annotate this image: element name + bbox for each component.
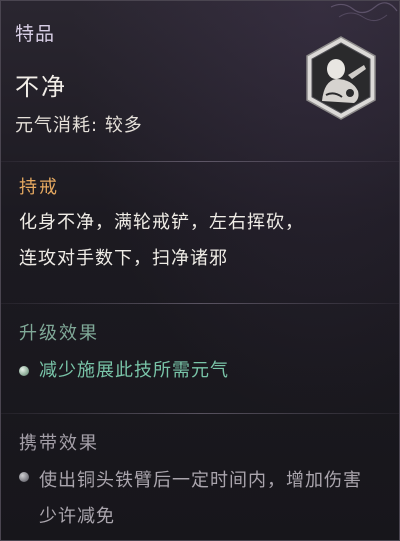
stance-title: 持戒: [19, 177, 59, 198]
section-divider: [1, 413, 399, 414]
upgrade-effect-item: 减少施展此技所需元气: [19, 357, 229, 385]
header-divider: [1, 161, 399, 162]
skill-tooltip-panel: 特品 不净 元气消耗: 较多 持戒 化身不净，满轮戒铲，左右挥砍， 连攻对手数下…: [0, 0, 400, 541]
skill-name: 不净: [15, 73, 67, 101]
bullet-icon: [19, 366, 29, 376]
cost-separator: :: [91, 115, 99, 136]
cost-value: 较多: [104, 115, 143, 136]
carry-effect-title: 携带效果: [19, 433, 99, 454]
carry-effect-item: 使出铜头铁臂后一定时间内，增加伤害少许减免: [19, 463, 369, 535]
cost-line: 元气消耗: 较多: [15, 111, 143, 137]
section-divider: [1, 303, 399, 304]
skill-description: 化身不净，满轮戒铲，左右挥砍， 连攻对手数下，扫净诸邪: [19, 205, 389, 277]
bullet-icon: [19, 472, 29, 482]
description-line: 化身不净，满轮戒铲，左右挥砍，: [19, 212, 304, 233]
cost-label: 元气消耗: [15, 115, 91, 136]
ornament-decoration: [330, 2, 398, 21]
upgrade-effect-title: 升级效果: [19, 323, 99, 344]
carry-effect-text: 使出铜头铁臂后一定时间内，增加伤害少许减免: [39, 470, 362, 527]
rarity-label: 特品: [15, 23, 56, 45]
upgrade-effect-text: 减少施展此技所需元气: [39, 360, 229, 381]
monk-portrait-icon: [306, 36, 376, 120]
description-line: 连攻对手数下，扫净诸邪: [19, 248, 228, 269]
